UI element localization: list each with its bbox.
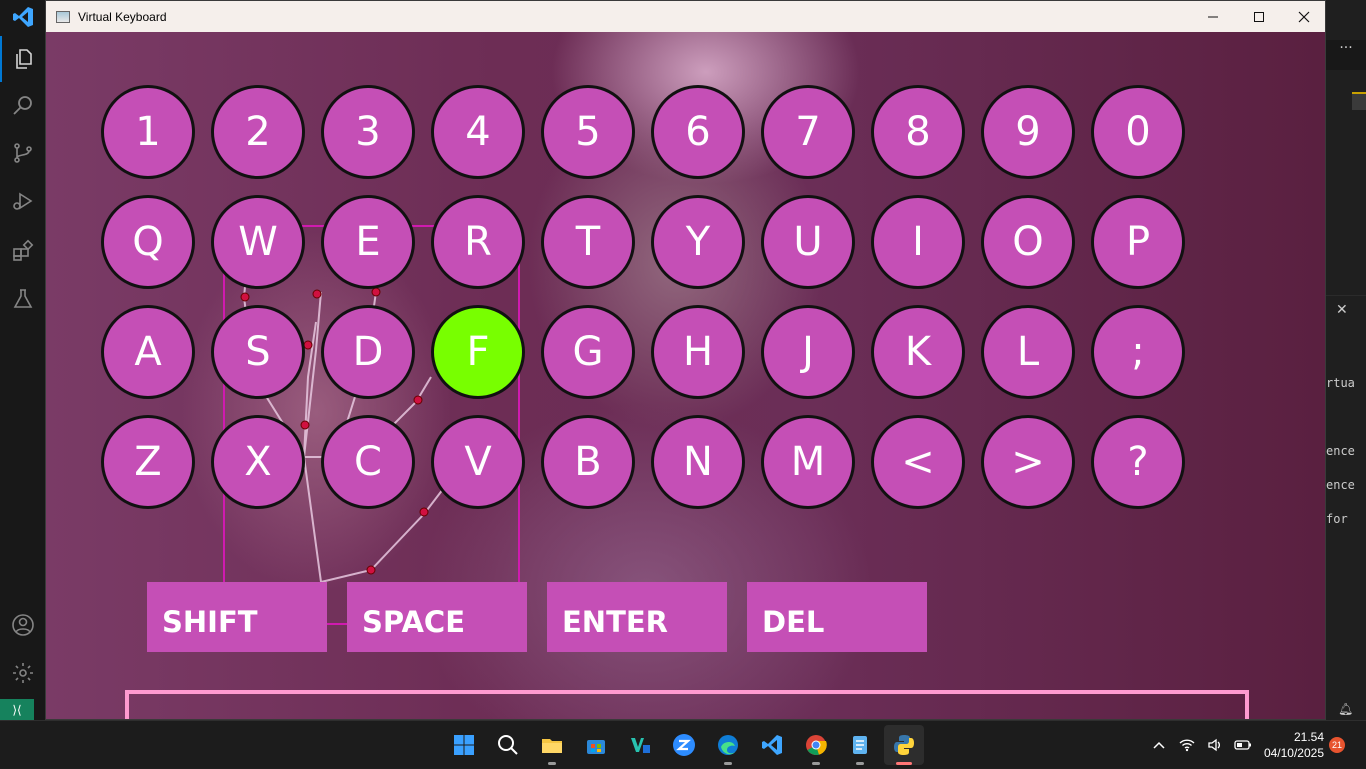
- key-s[interactable]: S: [211, 305, 305, 399]
- panel-divider: [1326, 295, 1366, 296]
- key-v[interactable]: V: [431, 415, 525, 509]
- key-d[interactable]: D: [321, 305, 415, 399]
- vscode-logo-icon: [0, 0, 46, 34]
- account-icon[interactable]: [0, 602, 46, 648]
- explorer-icon[interactable]: [0, 36, 46, 82]
- close-button[interactable]: [1281, 1, 1325, 32]
- more-actions-button[interactable]: ···: [1326, 40, 1366, 70]
- key-w[interactable]: W: [211, 195, 305, 289]
- key-question[interactable]: ?: [1091, 415, 1185, 509]
- chrome-icon[interactable]: [800, 729, 832, 765]
- source-control-icon[interactable]: [0, 130, 46, 176]
- notification-bell-icon[interactable]: 🔔︎: [1338, 702, 1353, 716]
- space-key[interactable]: SPACE: [347, 582, 527, 652]
- notification-badge[interactable]: 21: [1329, 737, 1345, 753]
- key-b[interactable]: B: [541, 415, 635, 509]
- key-k[interactable]: K: [871, 305, 965, 399]
- key-y[interactable]: Y: [651, 195, 745, 289]
- terminal-text: rtua: [1326, 376, 1355, 390]
- key-0[interactable]: 0: [1091, 85, 1185, 179]
- chevron-up-icon[interactable]: [1150, 736, 1168, 754]
- key-e[interactable]: E: [321, 195, 415, 289]
- camera-feed-canvas: 1 2 3 4 5 6 7 8 9 0 Q W E R T Y U I O P A S D F G H J K L; Z X C V B N M < >?…: [46, 32, 1325, 719]
- virtual-keyboard-window: Virtual Keyboard 1 2 3 4 5 6 7 8 9 0 Q W…: [45, 0, 1326, 720]
- windows-taskbar: 21.54 04/10/2025 21: [0, 720, 1366, 768]
- key-c[interactable]: C: [321, 415, 415, 509]
- key-i[interactable]: I: [871, 195, 965, 289]
- key-j[interactable]: J: [761, 305, 855, 399]
- key-q[interactable]: Q: [101, 195, 195, 289]
- window-title: Virtual Keyboard: [78, 9, 167, 24]
- notepad-icon[interactable]: [844, 729, 876, 765]
- testing-icon[interactable]: [0, 276, 46, 322]
- key-semicolon[interactable]: ;: [1091, 305, 1185, 399]
- key-u[interactable]: U: [761, 195, 855, 289]
- key-x[interactable]: X: [211, 415, 305, 509]
- terminal-text: for: [1326, 512, 1348, 526]
- key-6[interactable]: 6: [651, 85, 745, 179]
- battery-icon[interactable]: [1234, 736, 1252, 754]
- key-l[interactable]: L: [981, 305, 1075, 399]
- remote-indicator-icon[interactable]: ⟩⟨: [0, 699, 34, 720]
- terminal-text: ence: [1326, 478, 1355, 492]
- key-greater-than[interactable]: >: [981, 415, 1075, 509]
- key-z[interactable]: Z: [101, 415, 195, 509]
- key-2[interactable]: 2: [211, 85, 305, 179]
- clock-date: 04/10/2025: [1263, 746, 1324, 760]
- search-icon[interactable]: [492, 729, 524, 761]
- microsoft-store-icon[interactable]: [580, 729, 612, 761]
- file-explorer-icon[interactable]: [536, 729, 568, 765]
- key-g[interactable]: G: [541, 305, 635, 399]
- visual-studio-icon[interactable]: [624, 729, 656, 761]
- settings-gear-icon[interactable]: [0, 650, 46, 696]
- key-f[interactable]: F: [431, 305, 525, 399]
- maximize-button[interactable]: [1236, 1, 1282, 32]
- minimize-button[interactable]: [1190, 1, 1236, 32]
- extensions-icon[interactable]: [0, 228, 46, 274]
- clock[interactable]: 21.54 04/10/2025: [1258, 729, 1324, 761]
- key-a[interactable]: A: [101, 305, 195, 399]
- key-9[interactable]: 9: [981, 85, 1075, 179]
- volume-icon[interactable]: [1206, 736, 1224, 754]
- minimap-slider[interactable]: [1352, 92, 1366, 110]
- wifi-icon[interactable]: [1178, 736, 1196, 754]
- key-t[interactable]: T: [541, 195, 635, 289]
- key-o[interactable]: O: [981, 195, 1075, 289]
- start-icon[interactable]: [448, 729, 480, 761]
- key-8[interactable]: 8: [871, 85, 965, 179]
- title-bar[interactable]: Virtual Keyboard: [46, 1, 1325, 32]
- search-icon[interactable]: [0, 82, 46, 128]
- typed-text-box: [125, 690, 1249, 719]
- terminal-text: ence: [1326, 444, 1355, 458]
- delete-key[interactable]: DEL: [747, 582, 927, 652]
- key-p[interactable]: P: [1091, 195, 1185, 289]
- key-3[interactable]: 3: [321, 85, 415, 179]
- system-tray: [1150, 721, 1252, 769]
- vscode-activity-bar: ⟩⟨: [0, 0, 46, 720]
- clock-time: 21.54: [1293, 730, 1324, 744]
- key-n[interactable]: N: [651, 415, 745, 509]
- key-1[interactable]: 1: [101, 85, 195, 179]
- vscode-icon[interactable]: [756, 729, 788, 761]
- python-icon[interactable]: [884, 725, 924, 765]
- key-4[interactable]: 4: [431, 85, 525, 179]
- key-h[interactable]: H: [651, 305, 745, 399]
- key-less-than[interactable]: <: [871, 415, 965, 509]
- shift-key[interactable]: SHIFT: [147, 582, 327, 652]
- key-5[interactable]: 5: [541, 85, 635, 179]
- edge-icon[interactable]: [712, 729, 744, 765]
- key-m[interactable]: M: [761, 415, 855, 509]
- key-7[interactable]: 7: [761, 85, 855, 179]
- enter-key[interactable]: ENTER: [547, 582, 727, 652]
- app-window-icon: [56, 10, 70, 23]
- zoom-icon[interactable]: [668, 729, 700, 761]
- key-r[interactable]: R: [431, 195, 525, 289]
- run-debug-icon[interactable]: [0, 178, 46, 224]
- close-panel-icon[interactable]: ✕: [1336, 302, 1348, 318]
